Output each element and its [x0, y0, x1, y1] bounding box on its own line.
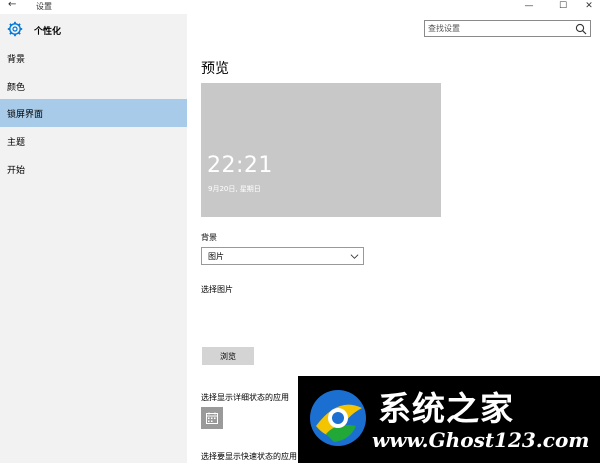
window-title: 设置 — [36, 2, 52, 11]
sidebar-item-themes[interactable]: 主题 — [0, 127, 187, 155]
sidebar-item-start[interactable]: 开始 — [0, 155, 187, 183]
watermark-url: www.Ghost123.com — [372, 428, 590, 452]
background-label: 背景 — [201, 233, 217, 242]
sidebar-item-background[interactable]: 背景 — [0, 44, 187, 72]
sidebar-item-label: 主题 — [7, 137, 26, 148]
sidebar-header-label: 个性化 — [34, 27, 62, 37]
sidebar-item-lock-screen[interactable]: 锁屏界面 — [0, 99, 187, 127]
maximize-button[interactable]: ☐ — [550, 0, 576, 12]
preview-date: 9月20日, 星期日 — [208, 185, 261, 193]
chevron-down-icon — [350, 254, 359, 259]
sidebar-item-colors[interactable]: 颜色 — [0, 72, 187, 100]
calendar-icon — [206, 412, 218, 424]
search-input[interactable] — [428, 22, 568, 35]
preview-time: 22:21 — [207, 153, 273, 178]
search-box[interactable] — [424, 20, 591, 37]
sidebar-item-label: 背景 — [7, 54, 26, 65]
watermark-logo-icon — [310, 390, 366, 446]
sidebar-item-label: 开始 — [7, 165, 26, 176]
detailed-status-label: 选择显示详细状态的应用 — [201, 393, 289, 402]
background-dropdown-value: 图片 — [208, 252, 224, 261]
watermark-title: 系统之家 — [378, 389, 514, 428]
page-title: 预览 — [201, 61, 229, 77]
watermark-banner: 系统之家 www.Ghost123.com — [298, 376, 600, 463]
lock-screen-preview: 22:21 9月20日, 星期日 — [201, 83, 441, 217]
sidebar-item-label: 颜色 — [7, 82, 26, 93]
browse-button[interactable]: 浏览 — [202, 347, 254, 365]
sidebar-item-label: 锁屏界面 — [7, 109, 44, 120]
quick-status-label: 选择要显示快速状态的应用 — [201, 452, 297, 461]
detailed-status-app-tile[interactable] — [201, 407, 223, 429]
minimize-button[interactable]: — — [516, 0, 542, 12]
choose-picture-label: 选择图片 — [201, 285, 233, 294]
sidebar-header: 个性化 — [0, 20, 187, 40]
gear-icon — [7, 21, 23, 37]
search-icon — [575, 23, 587, 35]
close-button[interactable]: ✕ — [576, 0, 600, 12]
sidebar: 个性化 背景 颜色 锁屏界面 主题 开始 — [0, 14, 187, 463]
back-arrow-icon[interactable]: ← — [8, 0, 16, 10]
title-bar: ← 设置 — ☐ ✕ — [0, 0, 600, 14]
background-dropdown[interactable]: 图片 — [201, 247, 364, 265]
